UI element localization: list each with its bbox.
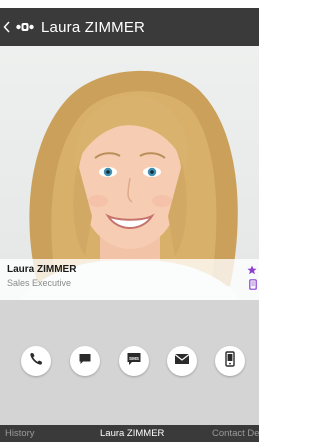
mobile-button[interactable] [215,346,245,376]
mobile-device-icon [249,277,257,290]
contact-role: Sales Executive [7,278,72,288]
contact-name: Laura ZIMMER [7,264,77,275]
mobile-device-icon [224,350,236,372]
chat-button[interactable] [70,346,100,376]
tab-contact[interactable]: Laura ZIMMER [100,428,164,439]
status-strip [0,0,259,8]
app-logo-icon[interactable] [15,8,35,46]
favorite-star-icon[interactable] [247,262,257,275]
sms-button[interactable]: SMS [119,346,149,376]
email-icon [174,352,190,370]
back-chevron-icon[interactable] [0,8,14,46]
page-title: Laura ZIMMER [41,18,146,36]
call-button[interactable] [21,346,51,376]
email-button[interactable] [167,346,197,376]
chat-icon [78,352,92,371]
phone-icon [28,351,44,372]
sms-icon: SMS [126,351,142,372]
tab-history[interactable]: History [5,428,35,439]
action-bar: Laura ZIMMER [0,8,259,46]
bottom-tab-strip: History Laura ZIMMER Contact De [0,425,259,442]
tab-contact-details[interactable]: Contact De [212,428,259,439]
sms-icon-label: SMS [129,355,139,360]
